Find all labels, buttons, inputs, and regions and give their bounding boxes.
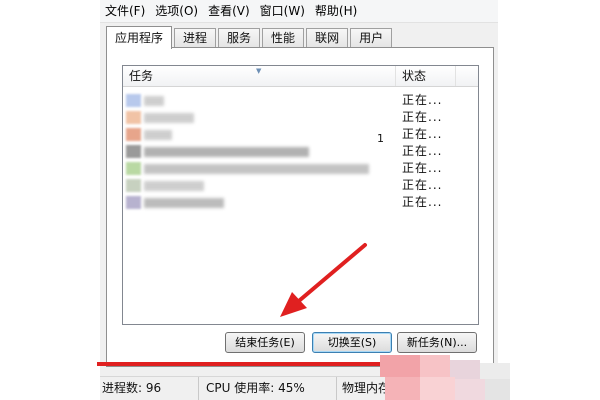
table-row[interactable]: 正在... bbox=[123, 126, 478, 143]
table-row[interactable]: 正在... bbox=[123, 92, 478, 109]
table-row[interactable]: 正在... bbox=[123, 160, 478, 177]
tab-performance[interactable]: 性能 bbox=[262, 28, 305, 48]
tab-users[interactable]: 用户 bbox=[350, 28, 393, 48]
app-icon bbox=[126, 145, 141, 158]
menu-help[interactable]: 帮助(H) bbox=[310, 0, 362, 22]
app-icon bbox=[126, 128, 141, 141]
task-status: 正在... bbox=[402, 195, 443, 209]
redacted-text bbox=[144, 164, 369, 174]
tab-strip: 应用程序 进程 服务 性能 联网 用户 bbox=[106, 26, 394, 49]
redacted-text bbox=[144, 181, 204, 191]
table-row[interactable]: 正在... bbox=[123, 109, 478, 126]
app-icon bbox=[126, 94, 141, 107]
status-process-count: 进程数: 96 bbox=[100, 377, 199, 400]
tab-applications[interactable]: 应用程序 bbox=[106, 26, 173, 49]
app-icon bbox=[126, 162, 141, 175]
task-status: 正在... bbox=[402, 127, 443, 141]
app-icon bbox=[126, 111, 141, 124]
redacted-text bbox=[144, 198, 224, 208]
menu-options[interactable]: 选项(O) bbox=[150, 0, 203, 22]
highlight-underline bbox=[97, 362, 397, 366]
redacted-text bbox=[144, 130, 172, 140]
task-status: 正在... bbox=[402, 178, 443, 192]
tab-processes[interactable]: 进程 bbox=[174, 28, 217, 48]
table-row[interactable]: 正在... bbox=[123, 194, 478, 211]
column-header-status[interactable]: 状态 bbox=[396, 66, 456, 86]
sort-arrow-icon: ▼ bbox=[256, 67, 262, 75]
stray-mark: 1 bbox=[377, 132, 384, 145]
end-task-button[interactable]: 结束任务(E) bbox=[225, 332, 305, 353]
redacted-text bbox=[144, 96, 164, 106]
task-status: 正在... bbox=[402, 93, 443, 107]
tab-services[interactable]: 服务 bbox=[218, 28, 261, 48]
redacted-text bbox=[144, 147, 309, 157]
task-manager-window: 文件(F) 选项(O) 查看(V) 窗口(W) 帮助(H) 应用程序 进程 服务… bbox=[100, 0, 498, 400]
task-list[interactable]: 任务 ▼ 状态 正在... 正在... 正在... 正在... 正在... 正在… bbox=[122, 65, 479, 325]
screenshot: 文件(F) 选项(O) 查看(V) 窗口(W) 帮助(H) 应用程序 进程 服务… bbox=[0, 0, 600, 400]
column-header-task-label: 任务 bbox=[129, 69, 154, 83]
status-cpu-usage: CPU 使用率: 45% bbox=[200, 377, 337, 400]
watermark-pixelated bbox=[380, 355, 510, 400]
switch-to-button[interactable]: 切换至(S) bbox=[312, 332, 392, 353]
task-list-header: 任务 ▼ 状态 bbox=[123, 66, 478, 87]
menu-window[interactable]: 窗口(W) bbox=[255, 0, 310, 22]
column-header-empty bbox=[456, 66, 478, 86]
menu-file[interactable]: 文件(F) bbox=[100, 0, 150, 22]
menu-view[interactable]: 查看(V) bbox=[203, 0, 255, 22]
tab-networking[interactable]: 联网 bbox=[306, 28, 349, 48]
menu-bar: 文件(F) 选项(O) 查看(V) 窗口(W) 帮助(H) bbox=[100, 0, 498, 23]
task-status: 正在... bbox=[402, 161, 443, 175]
column-header-status-label: 状态 bbox=[402, 69, 427, 83]
table-row[interactable]: 正在... bbox=[123, 177, 478, 194]
task-status: 正在... bbox=[402, 110, 443, 124]
task-status: 正在... bbox=[402, 144, 443, 158]
task-rows: 正在... 正在... 正在... 正在... 正在... 正在... 正在..… bbox=[123, 92, 478, 211]
table-row[interactable]: 正在... bbox=[123, 143, 478, 160]
app-icon bbox=[126, 196, 141, 209]
new-task-button[interactable]: 新任务(N)... bbox=[397, 332, 477, 353]
app-icon bbox=[126, 179, 141, 192]
redacted-text bbox=[144, 113, 194, 123]
